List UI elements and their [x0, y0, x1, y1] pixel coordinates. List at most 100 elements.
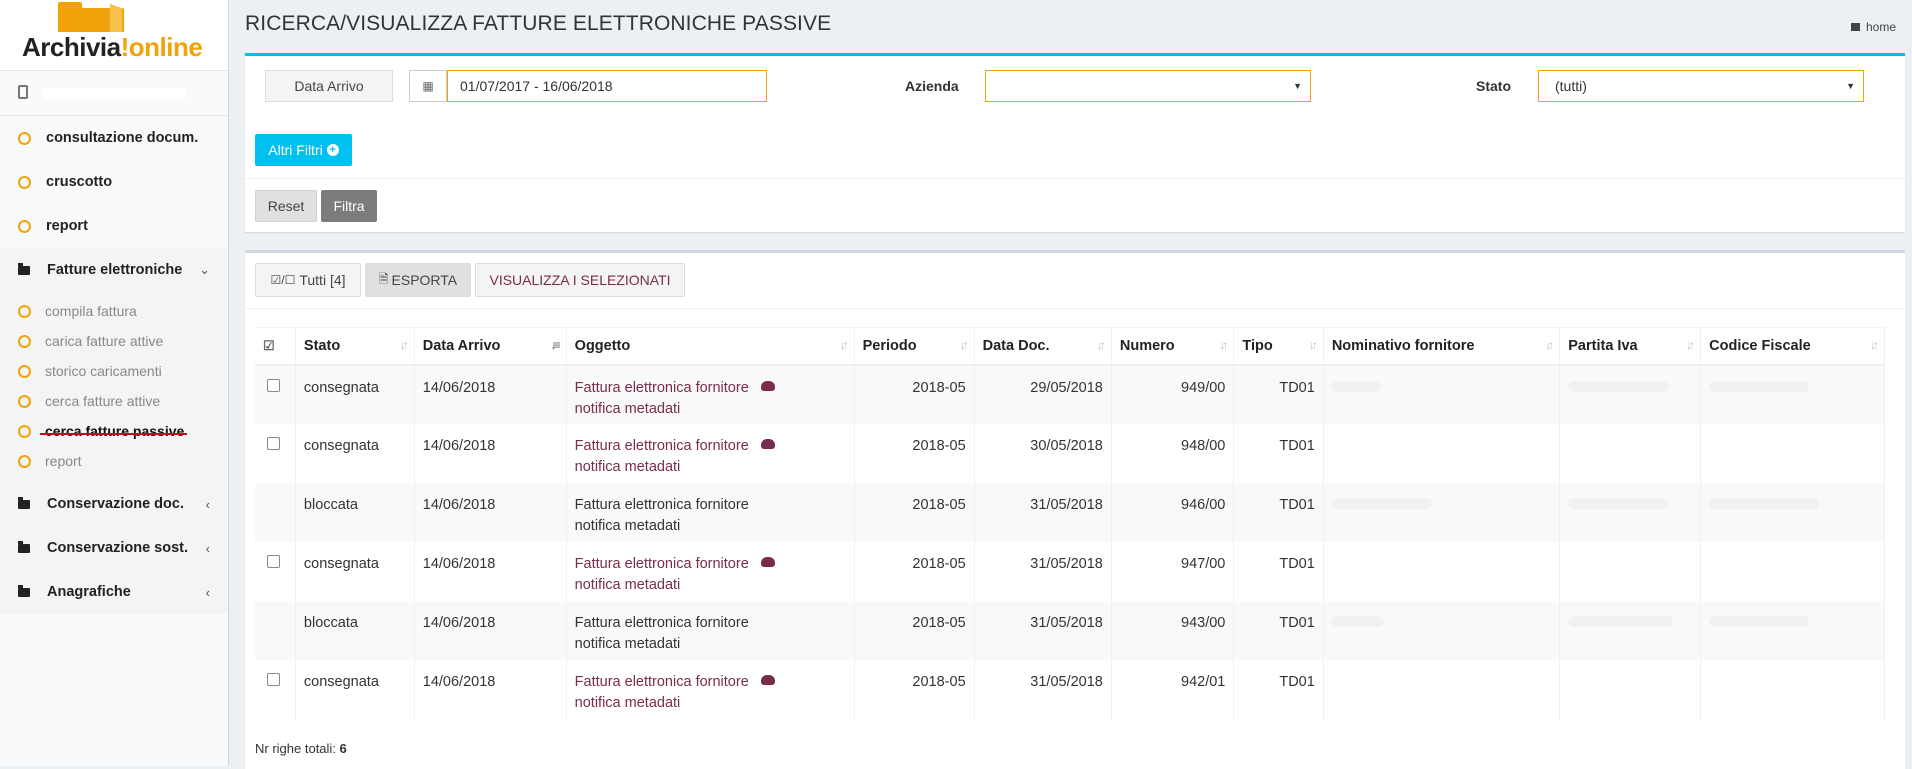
fatture-submenu: compila fattura carica fatture attive st…	[0, 292, 228, 482]
nav-consultazione[interactable]: consultazione docum.	[0, 116, 228, 160]
filter-panel: Data Arrivo ▦ 01/07/2017 - 16/06/2018 Az…	[245, 53, 1905, 232]
sub-storico-caricamenti[interactable]: storico caricamenti	[0, 356, 228, 386]
col-numero[interactable]: Numero ↓↑	[1111, 327, 1235, 366]
nav-conservazione-doc[interactable]: Conservazione doc. ‹	[0, 482, 228, 526]
user-bar[interactable]	[0, 71, 228, 116]
table-row[interactable]: consegnata 14/06/2018 Fattura elettronic…	[255, 424, 1885, 483]
logo[interactable]: Archivia!online	[0, 0, 228, 71]
caret-down-icon: ▼	[1846, 81, 1855, 91]
nav-conservazione-sost[interactable]: Conservazione sost. ‹	[0, 526, 228, 570]
sort-icon: ↓↑	[1545, 338, 1554, 352]
stato-select[interactable]: (tutti) ▼	[1538, 70, 1864, 102]
check-square-icon: ☑/☐	[270, 273, 296, 287]
redacted-value	[1568, 616, 1674, 627]
folder-icon	[18, 540, 30, 553]
sub-cerca-fatture-passive[interactable]: cerca fatture passive	[0, 416, 228, 446]
folder-icon	[18, 584, 30, 597]
sub-cerca-fatture-attive[interactable]: cerca fatture attive	[0, 386, 228, 416]
table-row[interactable]: bloccata 14/06/2018 Fattura elettronica …	[255, 601, 1885, 660]
visualizza-selezionati-button[interactable]: VISUALIZZA I SELEZIONATI	[475, 263, 685, 297]
table-row[interactable]: consegnata 14/06/2018 Fattura elettronic…	[255, 660, 1885, 719]
azienda-select[interactable]: ▼	[985, 70, 1311, 102]
circle-icon	[18, 131, 31, 145]
oggetto-link[interactable]: Fattura elettronica fornitore notifica me…	[575, 380, 775, 417]
row-checkbox[interactable]	[267, 673, 280, 686]
row-checkbox[interactable]	[267, 555, 280, 568]
user-name-redacted	[42, 88, 187, 99]
check-icon: ☑	[263, 338, 275, 353]
azienda-label: Azienda	[905, 78, 959, 94]
redacted-value	[1709, 616, 1810, 627]
col-oggetto[interactable]: Oggetto ↓↑	[566, 327, 855, 366]
table-row[interactable]: consegnata 14/06/2018 Fattura elettronic…	[255, 542, 1885, 601]
page-title: RICERCA/VISUALIZZA FATTURE ELETTRONICHE …	[245, 12, 832, 35]
chevron-down-icon: ⌄	[199, 262, 210, 277]
file-export-icon: 🗎	[378, 271, 389, 286]
col-periodo[interactable]: Periodo ↓↑	[854, 327, 975, 366]
chevron-left-icon: ‹	[205, 540, 210, 556]
chevron-left-icon: ‹	[205, 496, 210, 512]
col-codice-fiscale[interactable]: Codice Fiscale ↓↑	[1700, 327, 1885, 366]
col-tipo[interactable]: Tipo ↓↑	[1233, 327, 1324, 366]
row-checkbox[interactable]	[267, 437, 280, 450]
circle-icon	[18, 219, 31, 233]
select-all-button[interactable]: ☑/☐ Tutti [4]	[255, 263, 361, 297]
main-content: RICERCA/VISUALIZZA FATTURE ELETTRONICHE …	[229, 0, 1912, 769]
circle-icon	[18, 304, 31, 318]
oggetto-link[interactable]: Fattura elettronica fornitore notifica me…	[575, 674, 775, 711]
cloud-download-icon[interactable]	[760, 381, 775, 391]
calendar-icon[interactable]: ▦	[409, 70, 447, 102]
col-stato[interactable]: Stato ↓↑	[295, 327, 415, 366]
table-header: ☑ Stato ↓↑ Data Arrivo ↓≡ Oggetto ↓↑ Period…	[255, 327, 1885, 366]
esporta-button[interactable]: 🗎 ESPORTA	[365, 263, 471, 297]
circle-icon	[18, 424, 31, 438]
circle-icon	[18, 334, 31, 348]
filtra-button[interactable]: Filtra	[321, 190, 377, 222]
logo-text-2: online	[128, 32, 203, 62]
data-arrivo-button[interactable]: Data Arrivo	[265, 70, 393, 102]
col-data-arrivo[interactable]: Data Arrivo ↓≡	[414, 327, 567, 366]
breadcrumb-home[interactable]: home	[1850, 20, 1896, 34]
sub-report[interactable]: report	[0, 446, 228, 476]
cloud-download-icon[interactable]	[760, 675, 775, 685]
nav-cruscotto[interactable]: cruscotto	[0, 160, 228, 204]
sort-icon: ↓↑	[1870, 338, 1879, 352]
cloud-download-icon[interactable]	[760, 557, 775, 567]
row-checkbox[interactable]	[267, 379, 280, 392]
nav-report[interactable]: report	[0, 204, 228, 248]
oggetto-link[interactable]: Fattura elettronica fornitore notifica me…	[575, 556, 775, 593]
table-row[interactable]: consegnata 14/06/2018 Fattura elettronic…	[255, 365, 1885, 424]
sort-icon: ↓↑	[1686, 338, 1695, 352]
sort-icon: ↓↑	[1219, 338, 1228, 352]
circle-icon	[18, 454, 31, 468]
sub-carica-fatture-attive[interactable]: carica fatture attive	[0, 326, 228, 356]
circle-icon	[18, 175, 31, 189]
nav-fatture-elettroniche[interactable]: Fatture elettroniche ⌄	[0, 248, 228, 292]
col-data-doc[interactable]: Data Doc. ↓↑	[974, 327, 1112, 366]
row-count: Nr righe totali: 6	[255, 741, 347, 756]
circle-icon	[18, 364, 31, 378]
caret-down-icon: ▼	[1293, 81, 1302, 91]
redacted-value	[1331, 498, 1432, 509]
active-underline	[40, 433, 187, 435]
sub-compila-fattura[interactable]: compila fattura	[0, 296, 228, 326]
cloud-download-icon[interactable]	[760, 439, 775, 449]
altri-filtri-button[interactable]: Altri Filtri +	[255, 134, 352, 166]
chevron-left-icon: ‹	[205, 584, 210, 600]
header-checkbox[interactable]: ☑	[255, 327, 296, 366]
col-nominativo-fornitore[interactable]: Nominativo fornitore ↓↑	[1323, 327, 1561, 366]
oggetto-link[interactable]: Fattura elettronica fornitore notifica me…	[575, 438, 775, 475]
circle-icon	[18, 394, 31, 408]
redacted-value	[1568, 498, 1669, 509]
table-row[interactable]: bloccata 14/06/2018 Fattura elettronica …	[255, 483, 1885, 542]
date-range-input[interactable]: 01/07/2017 - 16/06/2018	[447, 70, 767, 102]
reset-button[interactable]: Reset	[255, 190, 317, 222]
plus-circle-icon: +	[326, 144, 339, 156]
nav-anagrafiche[interactable]: Anagrafiche ‹	[0, 570, 228, 614]
logo-text-1: Archivia	[22, 32, 121, 62]
sidebar: Archivia!online consultazione docum. cru…	[0, 0, 229, 766]
col-partita-iva[interactable]: Partita Iva ↓↑	[1559, 327, 1702, 366]
sort-desc-icon: ↓≡	[550, 338, 561, 352]
redacted-value	[1709, 498, 1820, 509]
results-panel: ☑/☐ Tutti [4] 🗎 ESPORTA VISUALIZZA I SELEZ…	[245, 250, 1905, 769]
